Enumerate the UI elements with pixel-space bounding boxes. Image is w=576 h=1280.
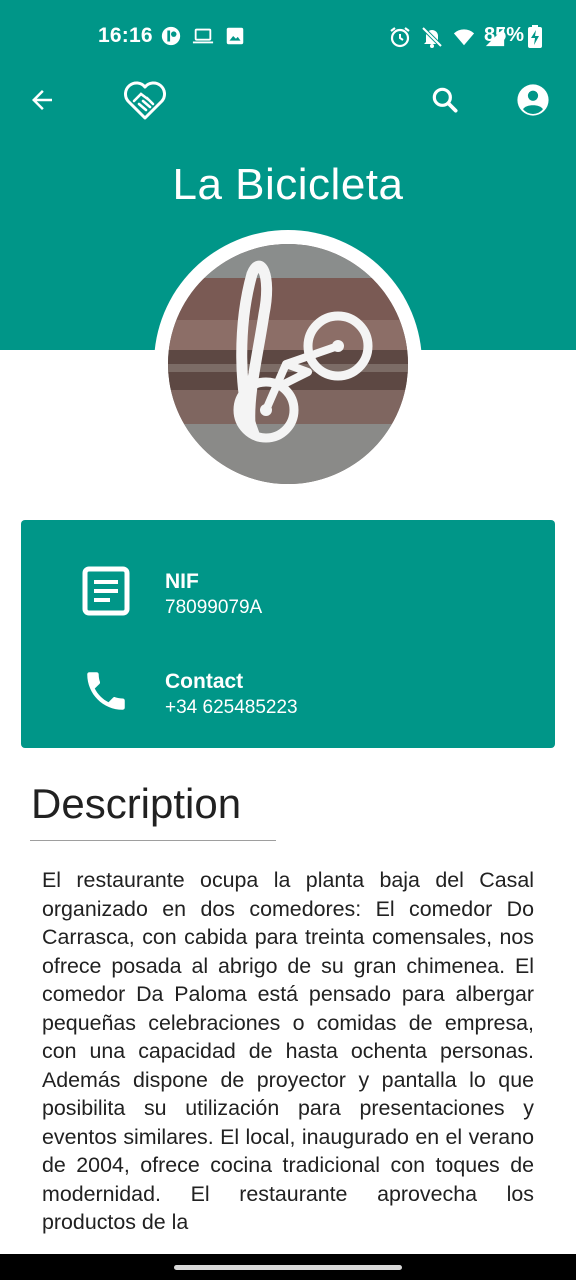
nif-value: 78099079A <box>165 597 263 618</box>
contact-row[interactable]: Contact +34 625485223 <box>21 650 555 730</box>
battery-charging-icon <box>528 25 542 48</box>
alarm-icon <box>390 27 410 48</box>
status-bar: 16:16 85% <box>0 0 576 72</box>
arrow-back-icon <box>32 90 52 110</box>
app-logo <box>121 76 169 124</box>
heart-handshake-logo <box>124 81 166 120</box>
contact-value[interactable]: +34 625485223 <box>165 697 298 719</box>
back-button[interactable] <box>18 76 66 124</box>
account-circle-icon <box>517 84 549 116</box>
battery-percent: 85% <box>484 24 525 46</box>
status-left-icons <box>160 25 246 47</box>
mute-icon <box>421 26 443 48</box>
bicycle-logo-image <box>168 244 408 484</box>
phone-icon <box>79 664 133 718</box>
description-text: El restaurante ocupa la planta baja del … <box>42 868 534 1234</box>
search-button[interactable] <box>421 76 469 124</box>
home-indicator[interactable] <box>174 1265 402 1270</box>
nif-row: NIF 78099079A <box>21 550 555 630</box>
account-button[interactable] <box>509 76 557 124</box>
contact-label: Contact <box>165 670 244 693</box>
description-heading: Description <box>31 780 242 827</box>
document-icon <box>79 564 133 618</box>
page-title: La Bicicleta <box>172 160 404 209</box>
wifi-icon <box>453 29 475 46</box>
description-divider <box>30 840 276 841</box>
app-bar <box>0 72 576 128</box>
image-icon <box>226 27 244 45</box>
nif-label: NIF <box>165 570 199 593</box>
status-time: 16:16 <box>98 24 153 47</box>
laptop-icon <box>192 28 214 44</box>
info-card: NIF 78099079A Contact +34 625485223 <box>21 520 555 748</box>
app-notification-icon <box>161 26 181 46</box>
business-avatar <box>168 244 408 484</box>
search-icon <box>432 87 458 113</box>
